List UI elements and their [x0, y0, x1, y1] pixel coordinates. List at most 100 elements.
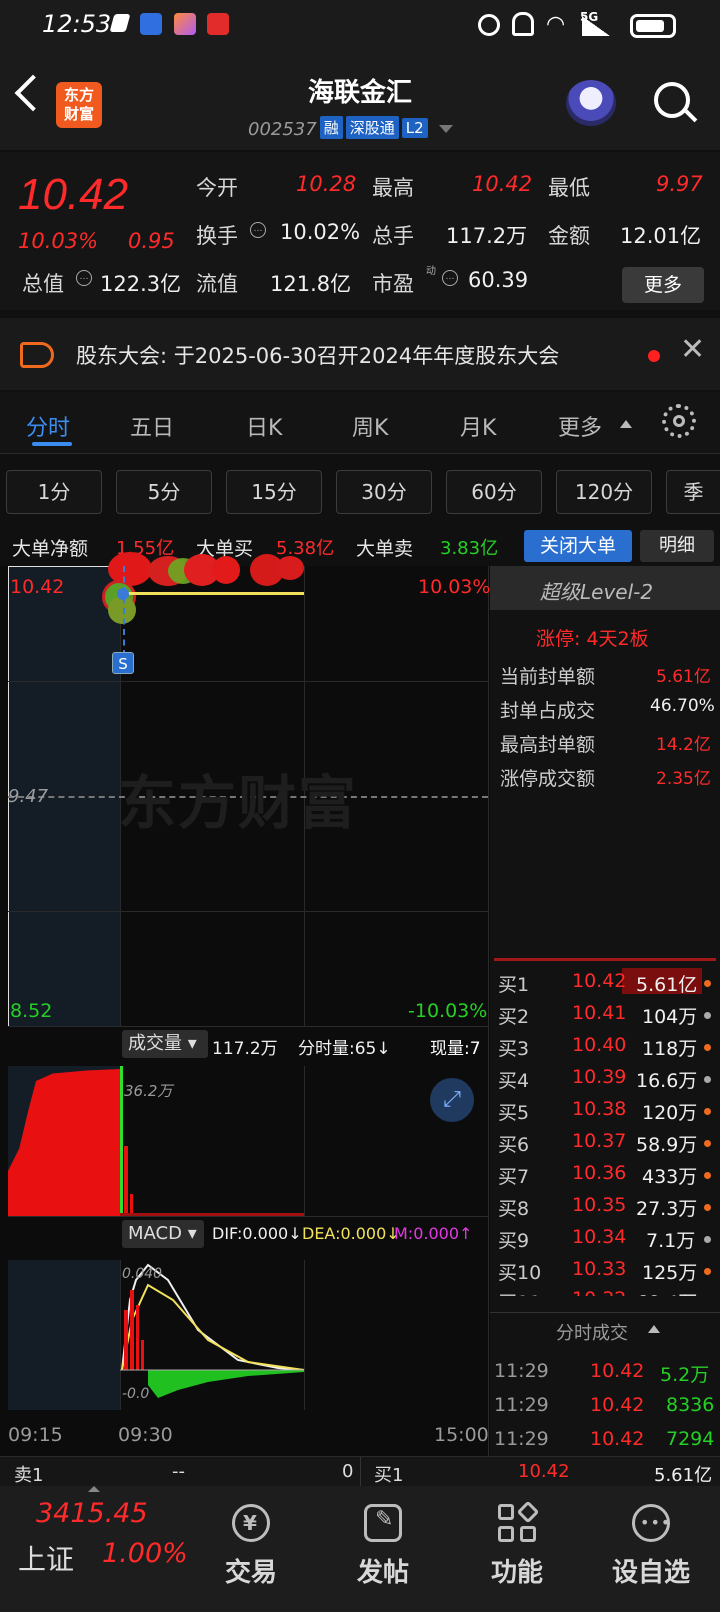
orderbook[interactable]: 买1 10.42 5.61亿 买2 10.41 104万 买3 10.40 118万 买4 1…: [490, 966, 720, 1296]
quick-order-strip[interactable]: 卖1 -- 0 买1 10.42 5.61亿: [0, 1456, 720, 1487]
settings-icon[interactable]: [662, 404, 696, 438]
buy1-label: 买1: [374, 1465, 404, 1486]
tab-weekly-k[interactable]: 周K: [352, 410, 388, 442]
limit-up-status: 涨停: 4天2板: [536, 628, 649, 650]
notice-bar[interactable]: 股东大会: 于2025-06-30召开2024年年度股东大会 ✕: [0, 318, 720, 390]
period-1m[interactable]: 1分: [6, 470, 102, 514]
notification-icon: [109, 14, 131, 32]
axis-pct-low: -10.03%: [408, 1000, 488, 1022]
price-line: [120, 592, 304, 595]
ob-label: 买6: [498, 1134, 530, 1156]
index-name: 上证: [18, 1543, 75, 1576]
mktcap-value: 122.3亿: [100, 272, 182, 296]
status-bar: 12:53 ◠ 5G: [0, 0, 720, 52]
s-marker[interactable]: S: [112, 652, 134, 674]
period-60m[interactable]: 60分: [446, 470, 542, 514]
tick-price: 10.42: [590, 1428, 645, 1450]
volume-bar: [124, 1146, 128, 1216]
orderbook-row: 买9 10.34 7.1万: [490, 1222, 720, 1254]
open-value: 10.28: [296, 172, 357, 196]
orderbook-row: 买1 10.42 5.61亿: [490, 966, 720, 998]
ob-price: 10.39: [572, 1066, 627, 1088]
nav-watchlist[interactable]: ••• 设自选: [586, 1486, 716, 1612]
ob-vol: 5.61亿: [636, 974, 698, 996]
tab-five-day[interactable]: 五日: [130, 410, 174, 442]
post-icon: ✎: [364, 1504, 402, 1542]
watermark: 东方财富: [118, 769, 359, 837]
orderbook-row: 买11 10.32 68.4万: [490, 1284, 720, 1296]
close-bigorder-button[interactable]: 关闭大单: [524, 530, 632, 562]
period-120m[interactable]: 120分: [556, 470, 652, 514]
l2-label-2: 最高封单额: [500, 734, 596, 756]
period-5m[interactable]: 5分: [116, 470, 212, 514]
tick-price: 10.42: [590, 1360, 645, 1382]
robot-assistant-icon[interactable]: [566, 80, 616, 126]
dropdown-icon[interactable]: [439, 125, 454, 133]
period-15m[interactable]: 15分: [226, 470, 322, 514]
sell1-vol: 0: [342, 1461, 354, 1482]
nav-function[interactable]: 功能: [452, 1486, 582, 1612]
l2-value-3: 2.35亿: [656, 769, 711, 789]
tab-daily-k[interactable]: 日K: [246, 410, 282, 442]
l2-label-3: 涨停成交额: [500, 768, 596, 790]
pe-superscript: 动: [426, 266, 436, 277]
l2-value-1: 46.70%: [650, 696, 715, 716]
macd-selector[interactable]: MACD ▾: [122, 1220, 204, 1248]
amount-label: 金额: [548, 224, 590, 248]
chart-tabs: 分时 五日 日K 周K 月K 更多: [0, 392, 720, 454]
search-icon-handle: [684, 109, 698, 123]
pe-info-icon[interactable]: …: [442, 270, 458, 286]
stock-code-line[interactable]: 002537 融深股通 L2: [248, 116, 454, 140]
tag-connect: 深股通: [345, 116, 399, 139]
notice-text: 股东大会: 于2025-06-30召开2024年年度股东大会: [76, 344, 560, 368]
mute-icon: [512, 12, 534, 36]
status-time: 12:53: [42, 10, 112, 38]
ob-price: 10.41: [572, 1002, 627, 1024]
tick-time: 11:29: [494, 1360, 549, 1382]
l2-label-1: 封单占成交: [500, 700, 596, 722]
battery-icon: [630, 14, 676, 38]
pe-value: 60.39: [468, 268, 529, 292]
level2-title-bar[interactable]: 超级Level-2: [490, 566, 720, 610]
index-ticker[interactable]: 3415.45 上证 1.00%: [0, 1486, 200, 1612]
high-value: 10.42: [472, 172, 533, 196]
ob-vol: 7.1万: [646, 1230, 696, 1252]
orderbook-row: 买6 10.37 58.9万: [490, 1126, 720, 1158]
tab-more[interactable]: 更多: [558, 410, 602, 442]
sell1-label: 卖1: [14, 1465, 44, 1486]
ticks-header[interactable]: 分时成交: [490, 1312, 720, 1344]
macd-lines: [120, 1263, 305, 1398]
orderbook-row: 买5 10.38 120万: [490, 1094, 720, 1126]
close-icon[interactable]: ✕: [680, 332, 705, 367]
quote-panel: 10.42 10.03% 0.95 今开 10.28 最高 10.42 最低 9…: [0, 152, 720, 310]
open-marker-line: [123, 566, 125, 656]
turnover-info-icon[interactable]: …: [250, 222, 266, 238]
axis-price-low: 8.52: [10, 1000, 53, 1022]
ob-label: 买9: [498, 1230, 530, 1252]
expand-icon[interactable]: ⤢: [430, 1078, 474, 1122]
tick-row: 11:29 10.42 7294: [490, 1424, 720, 1456]
mktcap-label: 总值: [22, 272, 64, 296]
period-season[interactable]: 季: [666, 470, 720, 514]
app-icon-red: [207, 13, 229, 35]
tab-intraday[interactable]: 分时: [26, 410, 70, 442]
period-30m[interactable]: 30分: [336, 470, 432, 514]
volume-now: 现量:7: [430, 1034, 481, 1059]
detail-button[interactable]: 明细: [640, 530, 714, 562]
macd-bottom-label: -0.0: [122, 1386, 150, 1402]
function-grid-icon: [498, 1500, 540, 1542]
more-button[interactable]: 更多: [622, 267, 704, 303]
trade-icon: ¥: [232, 1504, 270, 1542]
ob-vol: 58.9万: [636, 1134, 698, 1156]
intraday-chart[interactable]: 东方财富 10.42 10.03% 9.47 8.52 -10.03% S 成交…: [0, 552, 490, 1456]
ob-label: 买3: [498, 1038, 530, 1060]
nav-post[interactable]: ✎ 发帖: [318, 1486, 448, 1612]
volume-selector[interactable]: 成交量 ▾: [122, 1030, 208, 1058]
l2-value-2: 14.2亿: [656, 735, 711, 755]
tab-active-underline: [32, 442, 72, 446]
low-label: 最低: [548, 176, 590, 200]
tab-monthly-k[interactable]: 月K: [460, 410, 496, 442]
nav-trade[interactable]: ¥ 交易: [186, 1486, 316, 1612]
ob-vol: 125万: [642, 1262, 698, 1284]
mktcap-info-icon[interactable]: …: [76, 270, 92, 286]
